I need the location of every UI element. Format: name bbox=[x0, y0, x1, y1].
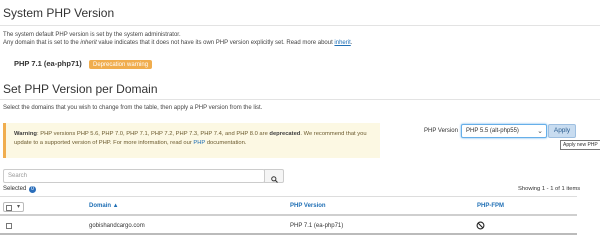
apply-tooltip: Apply new PHP bbox=[560, 140, 600, 150]
row-checkbox[interactable] bbox=[6, 223, 12, 229]
pagination-summary: Showing 1 - 1 of 1 items bbox=[518, 186, 581, 192]
php-fpm-disabled-icon bbox=[476, 221, 485, 232]
system-description-line-2: Any domain that is set to the inherit va… bbox=[3, 39, 352, 47]
php-version-label: PHP Version bbox=[424, 128, 458, 134]
desc-text: . bbox=[350, 40, 353, 46]
desc-text: Any domain that is set to the bbox=[3, 40, 81, 46]
caret-down-icon[interactable]: ▾ bbox=[17, 203, 20, 210]
warning-text: Warning: PHP versions PHP 5.6, PHP 7.0, … bbox=[14, 130, 379, 148]
system-description-line-1: The system default PHP version is set by… bbox=[3, 32, 181, 38]
selected-version-value: PHP 5.5 (alt-php55) bbox=[466, 128, 519, 134]
table-header: ▾ Domain ▲ PHP Version PHP-FPM bbox=[0, 196, 577, 216]
php-version-select[interactable]: PHP 5.5 (alt-php55) ⌄ bbox=[461, 124, 547, 138]
deprecation-warning-callout: Warning: PHP versions PHP 5.6, PHP 7.0, … bbox=[3, 123, 380, 158]
search-icon bbox=[270, 176, 278, 183]
inherit-italic: inherit bbox=[80, 40, 97, 46]
column-header-php-fpm[interactable]: PHP-FPM bbox=[477, 203, 504, 209]
per-domain-title: Set PHP Version per Domain bbox=[3, 82, 158, 96]
deprecated-word: deprecated bbox=[269, 131, 301, 137]
chevron-down-icon: ⌄ bbox=[537, 128, 543, 135]
row-php-version: PHP 7.1 (ea-php71) bbox=[290, 223, 344, 229]
system-php-title: System PHP Version bbox=[3, 6, 115, 20]
warning-text-part: documentation. bbox=[205, 140, 247, 146]
selected-text: Selected bbox=[3, 186, 27, 192]
deprecation-warning-badge: Deprecation warning bbox=[89, 60, 153, 69]
search-input[interactable]: Search bbox=[3, 169, 265, 183]
php-documentation-link[interactable]: PHP bbox=[193, 140, 205, 146]
desc-text: value indicates that it does not have it… bbox=[96, 40, 335, 46]
per-domain-description: Select the domains that you wish to chan… bbox=[3, 105, 263, 111]
warning-text-part: : PHP versions PHP 5.6, PHP 7.0, PHP 7.1… bbox=[36, 131, 270, 137]
warning-label: Warning bbox=[14, 131, 37, 137]
selected-count-label: Selected 0 bbox=[3, 186, 37, 193]
selected-count-badge: 0 bbox=[29, 186, 37, 193]
column-header-domain[interactable]: Domain ▲ bbox=[89, 203, 119, 209]
search-button[interactable] bbox=[264, 169, 284, 183]
divider bbox=[0, 25, 600, 26]
select-all-checkbox[interactable] bbox=[6, 204, 12, 211]
apply-button[interactable]: Apply bbox=[548, 124, 576, 138]
select-all-dropdown[interactable]: ▾ bbox=[3, 202, 24, 212]
row-domain: gobishandcargo.com bbox=[89, 223, 145, 229]
divider bbox=[0, 99, 600, 100]
table-row: gobishandcargo.com PHP 7.1 (ea-php71) bbox=[0, 218, 577, 235]
disabled-circle-icon bbox=[476, 221, 485, 230]
inherit-link[interactable]: inherit bbox=[334, 40, 350, 46]
current-php-version: PHP 7.1 (ea-php71) bbox=[14, 59, 82, 68]
column-header-php-version[interactable]: PHP Version bbox=[290, 203, 326, 209]
